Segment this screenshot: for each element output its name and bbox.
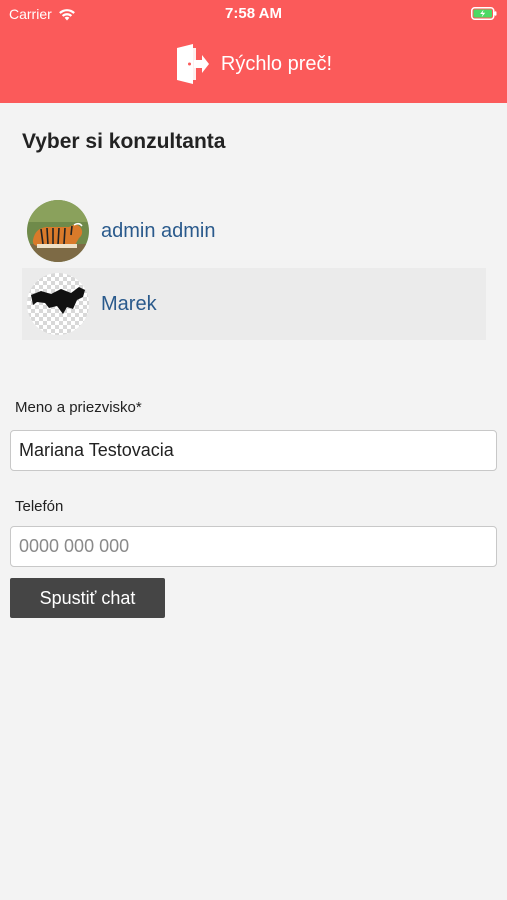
status-bar: Carrier 7:58 AM xyxy=(0,0,507,28)
exit-door-icon xyxy=(176,44,209,84)
app-header: Carrier 7:58 AM Rýchlo preč! xyxy=(0,0,507,103)
start-chat-button[interactable]: Spustiť chat xyxy=(10,578,165,618)
tiger-avatar xyxy=(27,200,89,262)
battery-charging-icon xyxy=(471,7,497,20)
consultant-name: Marek xyxy=(101,292,157,315)
name-input[interactable] xyxy=(10,430,497,471)
clock: 7:58 AM xyxy=(225,5,282,22)
phone-input[interactable] xyxy=(10,526,497,567)
quick-exit-button[interactable]: Rýchlo preč! xyxy=(0,42,507,86)
name-field-label: Meno a priezvisko* xyxy=(15,399,142,416)
quick-exit-label: Rýchlo preč! xyxy=(220,52,333,75)
consultant-item[interactable]: Marek xyxy=(22,268,486,340)
consultant-section-title: Vyber si konzultanta xyxy=(22,130,226,153)
phone-field-label: Telefón xyxy=(15,498,64,515)
consultant-name: admin admin xyxy=(101,219,216,242)
consultant-item[interactable]: admin admin xyxy=(22,195,486,267)
fox-silhouette-avatar xyxy=(27,273,89,335)
